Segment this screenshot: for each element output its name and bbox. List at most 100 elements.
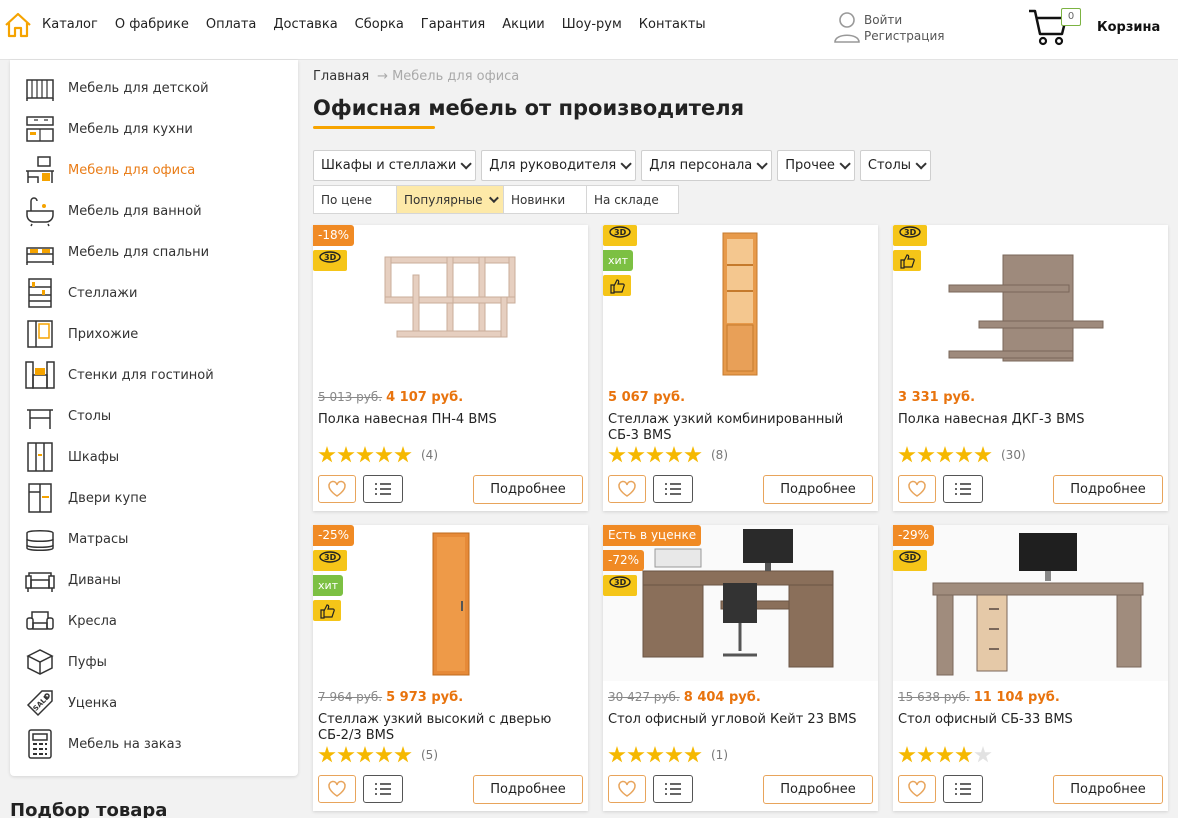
review-count[interactable]: (1) xyxy=(711,748,728,762)
sidebar-item[interactable]: SALE Уценка xyxy=(24,684,294,722)
details-button[interactable]: Подробнее xyxy=(1053,775,1163,804)
product-card[interactable]: Есть в уценке -72% 3D 30 427 руб. 8 404 руб.… xyxy=(603,525,878,811)
3d-view-badge[interactable]: 3D xyxy=(893,550,927,571)
sort-by-price[interactable]: По цене xyxy=(313,185,397,214)
details-button[interactable]: Подробнее xyxy=(473,775,583,804)
product-name[interactable]: Стол офисный СБ-33 BMS xyxy=(898,712,1160,728)
favorite-button[interactable] xyxy=(318,775,356,803)
nav-showroom[interactable]: Шоу-рум xyxy=(562,17,622,32)
register-link[interactable]: Регистрация xyxy=(864,28,944,44)
heart-icon xyxy=(908,780,926,797)
product-image[interactable] xyxy=(313,525,588,681)
list-icon xyxy=(665,483,681,495)
sort-popular[interactable]: Популярные xyxy=(396,185,504,214)
thumbs-up-icon xyxy=(313,600,341,621)
star-icon xyxy=(646,746,664,763)
nav-delivery[interactable]: Доставка xyxy=(273,17,337,32)
favorite-button[interactable] xyxy=(898,475,936,503)
price-block: 5 067 руб. xyxy=(608,390,685,405)
list-icon xyxy=(955,483,971,495)
login-link[interactable]: Войти xyxy=(864,12,944,28)
star-icon xyxy=(955,746,973,763)
nav-assembly[interactable]: Сборка xyxy=(355,17,404,32)
product-card[interactable]: -29% 3D 15 638 руб. 11 104 руб. Стол офисный… xyxy=(893,525,1168,811)
compare-button[interactable] xyxy=(363,775,403,803)
compare-button[interactable] xyxy=(363,475,403,503)
3d-view-badge[interactable]: 3D xyxy=(603,225,637,246)
sidebar-item[interactable]: Мебель для кухни xyxy=(24,110,294,148)
sidebar-item[interactable]: Прихожие xyxy=(24,315,294,353)
sidebar-item[interactable]: Пуфы xyxy=(24,643,294,681)
sidebar-item[interactable]: Мебель для ванной xyxy=(24,192,294,230)
compare-button[interactable] xyxy=(653,475,693,503)
compare-button[interactable] xyxy=(653,775,693,803)
discount-badge: -25% xyxy=(313,525,355,546)
sidebar-item[interactable]: Кресла xyxy=(24,602,294,640)
product-card[interactable]: -18% 3D 5 013 руб. 4 107 руб. Полка навесная… xyxy=(313,225,588,511)
product-image[interactable] xyxy=(603,225,878,381)
nav-payment[interactable]: Оплата xyxy=(206,17,257,32)
nav-warranty[interactable]: Гарантия xyxy=(421,17,485,32)
sidebar-item[interactable]: Мебель на заказ xyxy=(24,725,294,763)
filter-cabinets[interactable]: Шкафы и стеллажи xyxy=(313,150,477,181)
sidebar-item-label: Стенки для гостиной xyxy=(68,367,214,383)
star-icon xyxy=(955,446,973,463)
favorite-button[interactable] xyxy=(608,475,646,503)
review-count[interactable]: (30) xyxy=(1001,448,1026,462)
favorite-button[interactable] xyxy=(318,475,356,503)
filter-tables[interactable]: Столы xyxy=(859,150,932,181)
review-count[interactable]: (5) xyxy=(421,748,438,762)
product-image[interactable] xyxy=(313,225,588,381)
cart-link[interactable]: Корзина xyxy=(1097,20,1160,35)
filter-other[interactable]: Прочее xyxy=(777,150,855,181)
nav-promo[interactable]: Акции xyxy=(502,17,545,32)
review-count[interactable]: (4) xyxy=(421,448,438,462)
3d-view-badge[interactable]: 3D xyxy=(313,550,347,571)
sidebar-item[interactable]: Диваны xyxy=(24,561,294,599)
sort-in-stock[interactable]: На складе xyxy=(586,185,679,214)
sidebar-item[interactable]: Двери купе xyxy=(24,479,294,517)
product-card[interactable]: 3D 3 331 руб. Полка навесная ДКГ-3 BMS (30)… xyxy=(893,225,1168,511)
nav-about[interactable]: О фабрике xyxy=(115,17,189,32)
nav-catalog[interactable]: Каталог xyxy=(42,17,98,32)
sidebar-item[interactable]: Матрасы xyxy=(24,520,294,558)
details-button[interactable]: Подробнее xyxy=(763,775,873,804)
details-button[interactable]: Подробнее xyxy=(473,475,583,504)
review-count[interactable]: (8) xyxy=(711,448,728,462)
favorite-button[interactable] xyxy=(898,775,936,803)
nav-contacts[interactable]: Контакты xyxy=(639,17,706,32)
compare-button[interactable] xyxy=(943,475,983,503)
favorite-button[interactable] xyxy=(608,775,646,803)
sidebar-item[interactable]: Столы xyxy=(24,397,294,435)
product-name[interactable]: Стол офисный угловой Кейт 23 BMS xyxy=(608,712,870,728)
sidebar-item[interactable]: Стеллажи xyxy=(24,274,294,312)
product-image[interactable] xyxy=(893,225,1168,381)
badge-stack: -25% 3D хит xyxy=(313,525,355,625)
compare-button[interactable] xyxy=(943,775,983,803)
product-card[interactable]: -25% 3D хит 7 964 руб. 5 973 руб. Стеллаж узк… xyxy=(313,525,588,811)
home-icon[interactable] xyxy=(4,12,32,38)
3d-view-badge[interactable]: 3D xyxy=(603,575,637,596)
details-button[interactable]: Подробнее xyxy=(763,475,873,504)
product-image[interactable] xyxy=(893,525,1168,681)
3d-view-badge[interactable]: 3D xyxy=(893,225,927,246)
product-name[interactable]: Стеллаж узкий высокий с дверью СБ-2/3 BM… xyxy=(318,712,580,744)
list-icon xyxy=(955,783,971,795)
product-name[interactable]: Полка навесная ПН-4 BMS xyxy=(318,412,580,428)
product-card[interactable]: 3D хит 5 067 руб. Стеллаж узкий комбинирова… xyxy=(603,225,878,511)
sidebar-item[interactable]: Шкафы xyxy=(24,438,294,476)
sidebar-item[interactable]: Мебель для детской xyxy=(24,69,294,107)
current-price: 5 973 руб. xyxy=(386,690,464,705)
3d-view-badge[interactable]: 3D xyxy=(313,250,347,271)
breadcrumb-home[interactable]: Главная xyxy=(313,69,369,84)
filter-executive[interactable]: Для руководителя xyxy=(481,150,637,181)
sidebar-item-label: Столы xyxy=(68,408,112,424)
sidebar-item[interactable]: Мебель для спальни xyxy=(24,233,294,271)
product-name[interactable]: Стеллаж узкий комбинированный СБ-3 BMS xyxy=(608,412,870,444)
sidebar-item[interactable]: Мебель для офиса xyxy=(24,151,294,189)
details-button[interactable]: Подробнее xyxy=(1053,475,1163,504)
filter-staff[interactable]: Для персонала xyxy=(641,150,773,181)
sort-new[interactable]: Новинки xyxy=(503,185,587,214)
sidebar-item[interactable]: Стенки для гостиной xyxy=(24,356,294,394)
product-name[interactable]: Полка навесная ДКГ-3 BMS xyxy=(898,412,1160,428)
